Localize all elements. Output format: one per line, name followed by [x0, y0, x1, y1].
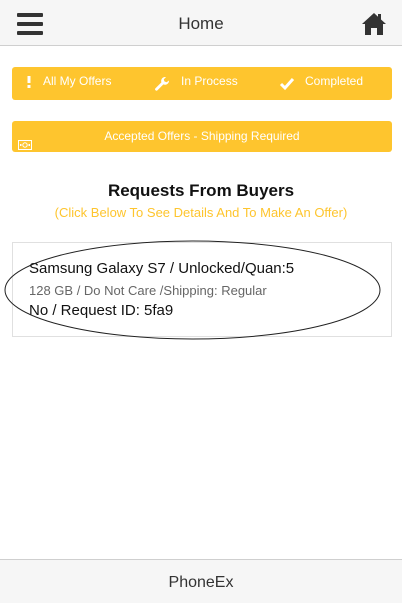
home-icon[interactable] — [361, 12, 387, 36]
footer-title: PhoneEx — [168, 574, 234, 591]
page-title: Home — [178, 14, 224, 33]
nav-label-all-my-offers: All My Offers — [43, 74, 112, 88]
nav-label-in-process: In Process — [181, 74, 238, 88]
nav-label-completed: Completed — [305, 74, 364, 88]
bottom-footer: PhoneEx — [0, 559, 402, 603]
exclamation-icon — [26, 74, 32, 91]
request-details: 128 GB / Do Not Care /Shipping: Regular — [29, 283, 267, 298]
top-header: Home — [0, 0, 402, 46]
cash-icon — [18, 131, 32, 150]
requests-subtitle: (Click Below To See Details And To Make … — [54, 205, 348, 220]
offers-nav-bar: All My Offers In Process Completed — [12, 67, 392, 100]
requests-title: Requests From Buyers — [107, 181, 295, 200]
checkmark-icon — [279, 77, 295, 94]
request-card[interactable]: Samsung Galaxy S7 / Unlocked/Quan:5 128 … — [12, 242, 392, 337]
accepted-offers-label: Accepted Offers - Shipping Required — [104, 129, 300, 143]
request-id: No / Request ID: 5fa9 — [29, 302, 174, 319]
request-product: Samsung Galaxy S7 / Unlocked/Quan:5 — [29, 260, 295, 277]
wrench-icon — [154, 76, 170, 95]
accepted-offers-button[interactable]: Accepted Offers - Shipping Required — [12, 121, 392, 152]
